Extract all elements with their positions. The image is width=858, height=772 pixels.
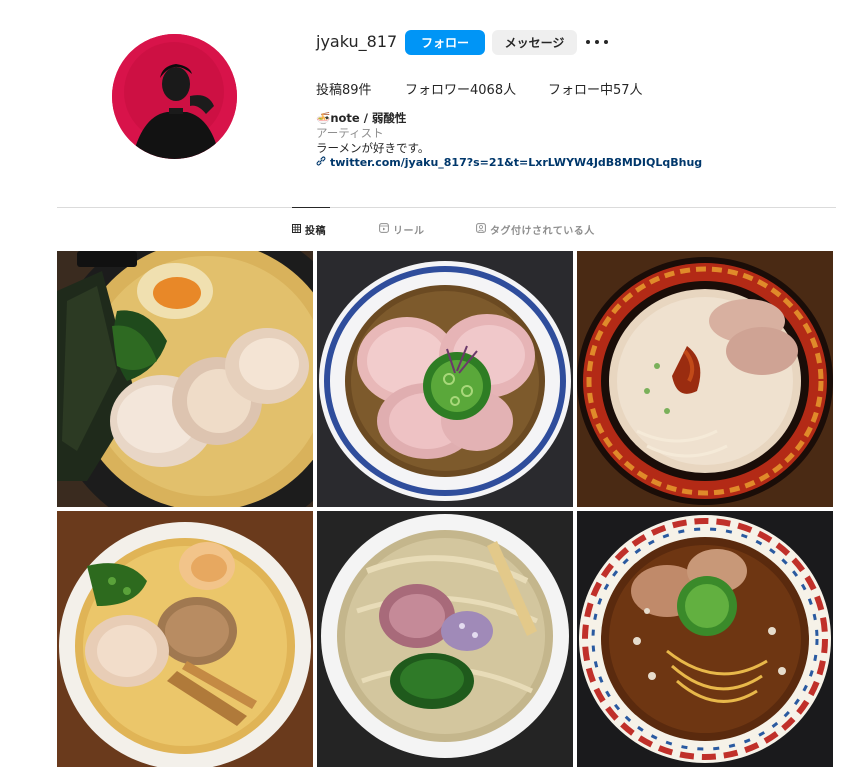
post-thumbnail[interactable] <box>57 511 313 767</box>
tab-tagged-label: タグ付けされている人 <box>490 226 595 237</box>
following-count[interactable]: フォロー中57人 <box>548 79 643 98</box>
tab-posts-label: 投稿 <box>305 226 326 237</box>
post-thumbnail[interactable] <box>577 511 833 767</box>
message-button[interactable]: メッセージ <box>492 30 577 55</box>
reels-icon <box>379 223 389 236</box>
post-thumbnail[interactable] <box>317 511 573 767</box>
post-thumbnail[interactable] <box>57 251 313 507</box>
more-options-icon[interactable] <box>586 33 608 51</box>
link-icon <box>316 156 326 169</box>
tab-posts[interactable]: 投稿 <box>292 222 326 237</box>
follow-button[interactable]: フォロー <box>405 30 485 55</box>
bio-description: ラーメンが好きです。 <box>316 141 430 155</box>
tab-reels[interactable]: リール <box>379 222 425 237</box>
post-thumbnail[interactable] <box>317 251 573 507</box>
followers-count[interactable]: フォロワー4068人 <box>405 79 516 98</box>
active-tab-indicator <box>292 207 330 208</box>
posts-count: 投稿89件 <box>316 83 372 98</box>
profile-username: jyaku_817 <box>316 32 398 51</box>
tab-tagged[interactable]: タグ付けされている人 <box>476 222 595 237</box>
grid-icon <box>292 223 301 236</box>
post-thumbnail[interactable] <box>577 251 833 507</box>
profile-divider <box>57 207 836 208</box>
tagged-icon <box>476 223 486 236</box>
bio-link[interactable]: twitter.com/jyaku_817?s=21&t=LxrLWYW4JdB… <box>316 156 702 169</box>
tab-reels-label: リール <box>393 226 425 237</box>
bio-link-text[interactable]: twitter.com/jyaku_817?s=21&t=LxrLWYW4JdB… <box>330 156 702 169</box>
bio-category: アーティスト <box>316 126 384 140</box>
profile-avatar[interactable] <box>112 34 237 159</box>
bio-name: 🍜note / 弱酸性 <box>316 111 407 125</box>
